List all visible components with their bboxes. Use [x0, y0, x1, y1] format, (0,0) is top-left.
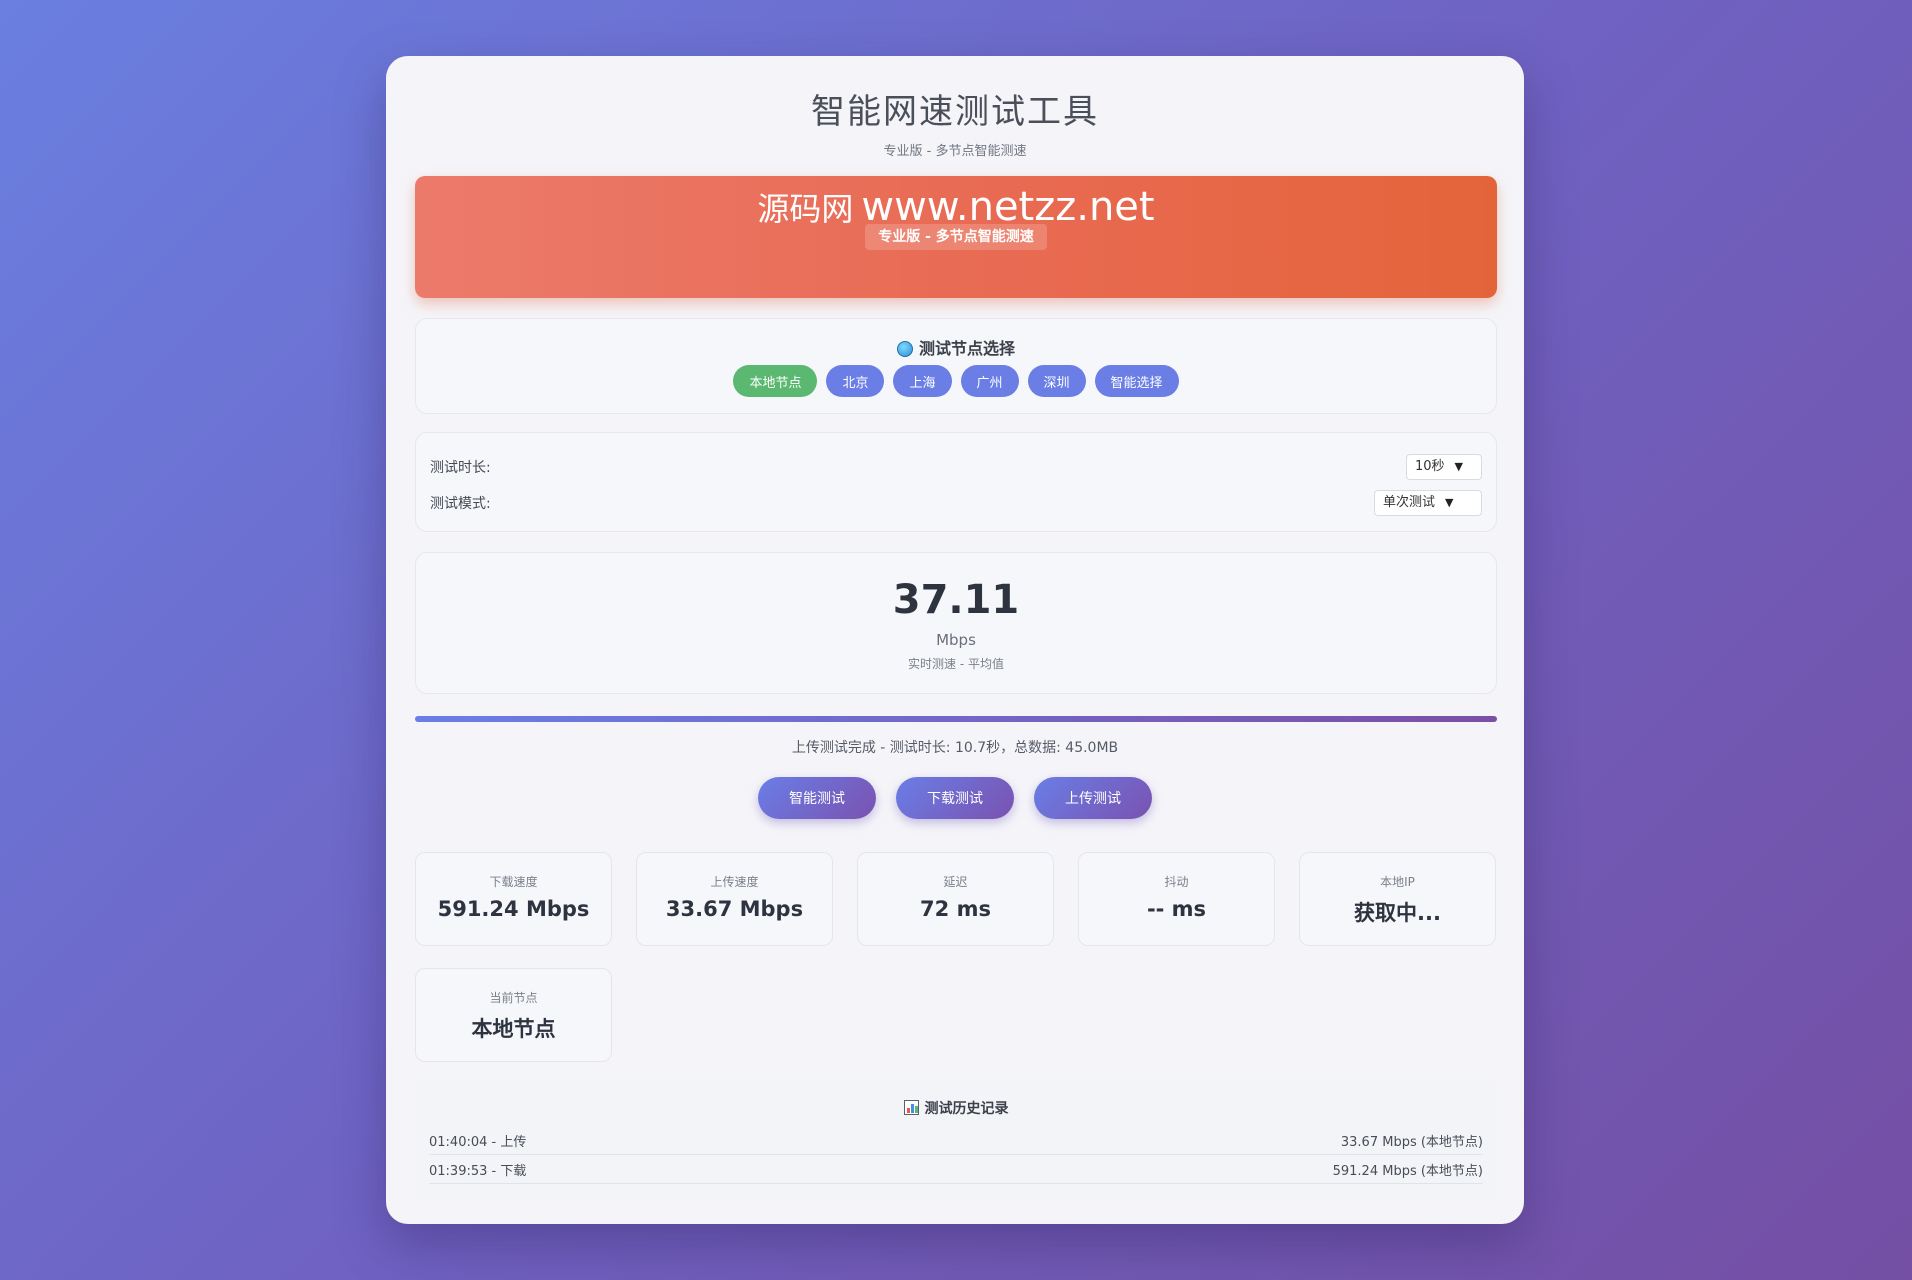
- history-panel: 测试历史记录 01:40:04 - 上传 33.67 Mbps (本地节点) 0…: [415, 1080, 1497, 1200]
- stat-label: 本地IP: [1380, 875, 1415, 889]
- settings-panel: 测试时长: 10秒 ▼ 测试模式: 单次测试 ▼: [415, 432, 1497, 532]
- speed-display: 37.11 Mbps 实时测速 - 平均值: [415, 552, 1497, 694]
- stat-value: 72 ms: [920, 897, 991, 921]
- stat-label: 当前节点: [489, 991, 538, 1005]
- stat-label: 延迟: [943, 875, 968, 889]
- chevron-down-icon: ▼: [1445, 496, 1454, 509]
- mode-setting-row: 测试模式: 单次测试 ▼: [430, 489, 1482, 517]
- speed-value: 37.11: [892, 577, 1020, 623]
- node-button-row: 本地节点 北京 上海 广州 深圳 智能选择: [416, 365, 1496, 397]
- history-title-label: 测试历史记录: [924, 1101, 1009, 1117]
- node-button-beijing[interactable]: 北京: [826, 365, 885, 397]
- history-row-result: 591.24 Mbps (本地节点): [1332, 1163, 1483, 1179]
- stat-jitter: 抖动 -- ms: [1078, 852, 1275, 946]
- page-title: 智能网速测试工具: [811, 92, 1099, 132]
- status-text: 上传测试完成 - 测试时长: 10.7秒，总数据: 45.0MB: [791, 740, 1119, 756]
- mode-select[interactable]: 单次测试 ▼: [1374, 490, 1482, 516]
- stat-label: 上传速度: [710, 875, 759, 889]
- speed-label: 实时测速 - 平均值: [908, 657, 1004, 671]
- stat-upload: 上传速度 33.67 Mbps: [636, 852, 833, 946]
- action-buttons: 智能测试 下载测试 上传测试: [386, 777, 1524, 819]
- duration-select[interactable]: 10秒 ▼: [1406, 454, 1482, 480]
- stat-value: 33.67 Mbps: [665, 897, 804, 921]
- bar-chart-icon: [903, 1100, 919, 1115]
- stat-latency: 延迟 72 ms: [857, 852, 1054, 946]
- chevron-down-icon: ▼: [1454, 460, 1464, 473]
- banner-title-cn: 源码网: [757, 190, 854, 228]
- mode-select-value: 单次测试: [1383, 495, 1436, 510]
- stat-label: 下载速度: [489, 875, 538, 889]
- history-row-time: 01:40:04 - 上传: [429, 1134, 527, 1150]
- node-button-smart[interactable]: 智能选择: [1094, 365, 1179, 397]
- history-row-result: 33.67 Mbps (本地节点): [1340, 1134, 1483, 1150]
- duration-label: 测试时长:: [430, 460, 491, 476]
- history-row-time: 01:39:53 - 下载: [429, 1163, 527, 1179]
- node-selection-label: 测试节点选择: [918, 339, 1015, 358]
- stat-value: -- ms: [1146, 897, 1207, 921]
- node-button-shanghai[interactable]: 上海: [893, 365, 952, 397]
- node-button-guangzhou[interactable]: 广州: [960, 365, 1019, 397]
- upload-test-button[interactable]: 上传测试: [1034, 777, 1152, 819]
- node-button-shenzhen[interactable]: 深圳: [1027, 365, 1086, 397]
- duration-setting-row: 测试时长: 10秒 ▼: [430, 453, 1482, 481]
- node-selection-title: 测试节点选择: [416, 335, 1496, 359]
- stat-value: 获取中...: [1354, 901, 1441, 925]
- node-selection-panel: 测试节点选择 本地节点 北京 上海 广州 深圳 智能选择: [415, 318, 1497, 414]
- promo-banner[interactable]: 源码网 www.netzz.net 专业版 - 多节点智能测速: [415, 176, 1497, 298]
- stat-value: 591.24 Mbps: [437, 897, 590, 921]
- node-button-local[interactable]: 本地节点: [733, 365, 818, 397]
- duration-select-value: 10秒: [1415, 459, 1445, 474]
- stat-value: 本地节点: [471, 1017, 556, 1041]
- page-subtitle: 专业版 - 多节点智能测速: [883, 144, 1027, 159]
- smart-test-button[interactable]: 智能测试: [758, 777, 876, 819]
- history-row: 01:39:53 - 下载 591.24 Mbps (本地节点): [429, 1155, 1483, 1184]
- stat-download: 下载速度 591.24 Mbps: [415, 852, 612, 946]
- stat-label: 抖动: [1164, 875, 1189, 889]
- stat-current-node: 当前节点 本地节点: [415, 968, 612, 1062]
- history-title: 测试历史记录: [415, 1098, 1497, 1118]
- mode-label: 测试模式:: [430, 496, 491, 512]
- globe-icon: [896, 341, 913, 357]
- stat-local-ip: 本地IP 获取中...: [1299, 852, 1496, 946]
- progress-bar: [415, 716, 1497, 722]
- banner-badge: 专业版 - 多节点智能测速: [865, 224, 1047, 250]
- main-card: 智能网速测试工具 专业版 - 多节点智能测速 源码网 www.netzz.net …: [386, 56, 1524, 1224]
- progress-fill: [415, 716, 1497, 722]
- speed-unit: Mbps: [936, 631, 976, 649]
- history-row: 01:40:04 - 上传 33.67 Mbps (本地节点): [429, 1126, 1483, 1155]
- download-test-button[interactable]: 下载测试: [896, 777, 1014, 819]
